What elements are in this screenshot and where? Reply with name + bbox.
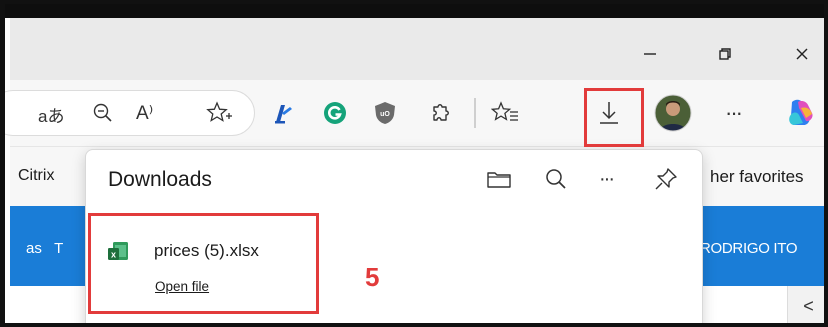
favorites-icon	[491, 101, 518, 121]
step-number-label: 5	[365, 262, 380, 292]
restore-button[interactable]	[705, 42, 745, 66]
avatar	[654, 94, 692, 132]
collapse-label: <	[803, 296, 814, 316]
favorites-item-citrix[interactable]: Citrix	[18, 167, 54, 185]
restore-icon	[719, 48, 731, 60]
ublock-button[interactable]: uO	[374, 101, 396, 125]
extensions-button[interactable]	[428, 101, 452, 125]
zoom-button[interactable]	[92, 102, 114, 124]
settings-more-button[interactable]: ···	[725, 98, 743, 128]
puzzle-icon	[433, 104, 449, 121]
grammarly-button[interactable]	[323, 101, 347, 125]
minimize-button[interactable]	[630, 42, 670, 66]
grammarly-icon	[324, 102, 346, 124]
downloads-button-highlight	[584, 88, 644, 147]
pin-icon	[655, 168, 677, 190]
title-bar	[10, 18, 824, 80]
toolbar-divider	[474, 98, 476, 128]
more-label: ···	[725, 100, 743, 125]
copilot-button[interactable]	[783, 96, 817, 130]
search-downloads-button[interactable]	[544, 167, 568, 191]
pin-downloads-button[interactable]	[653, 166, 679, 192]
download-item-highlight	[88, 213, 319, 314]
favorites-button[interactable]	[491, 101, 519, 125]
close-button[interactable]	[782, 42, 822, 66]
browser-toolbar: aあ A⁾ uO ···	[5, 80, 824, 146]
open-downloads-folder-button[interactable]	[486, 168, 512, 190]
downloads-more-button[interactable]: ···	[599, 166, 615, 192]
ublock-icon: uO	[375, 102, 395, 124]
downloads-title: Downloads	[108, 168, 212, 191]
pen-extension-button[interactable]	[272, 101, 294, 125]
site-header-left-text[interactable]: as T	[26, 240, 63, 257]
folder-icon	[487, 172, 511, 188]
immersive-reader-button[interactable]: A⁾	[136, 101, 153, 125]
search-icon	[546, 169, 566, 189]
screen-top-strip	[5, 4, 824, 18]
collapse-panel-button[interactable]: <	[787, 286, 824, 323]
svg-text:uO: uO	[380, 111, 390, 118]
other-favorites-link[interactable]: her favorites	[710, 167, 804, 187]
downloads-more-label: ···	[599, 167, 615, 190]
zoom-out-icon	[93, 103, 112, 122]
browser-window: aあ A⁾ uO ··· Citrix her favorites as T R…	[0, 0, 828, 327]
read-aloud-button[interactable]: aあ	[38, 103, 65, 126]
user-name[interactable]: RODRIGO ITO	[700, 240, 798, 257]
read-aloud-label: aあ	[38, 106, 65, 126]
immersive-reader-label: A⁾	[136, 102, 154, 124]
star-add-icon	[206, 101, 232, 122]
copilot-icon	[789, 99, 813, 125]
add-favorite-button[interactable]	[206, 101, 232, 125]
minimize-icon	[644, 53, 656, 55]
profile-button[interactable]	[653, 93, 693, 133]
close-icon	[796, 48, 808, 60]
pen-extension-icon	[275, 105, 292, 124]
